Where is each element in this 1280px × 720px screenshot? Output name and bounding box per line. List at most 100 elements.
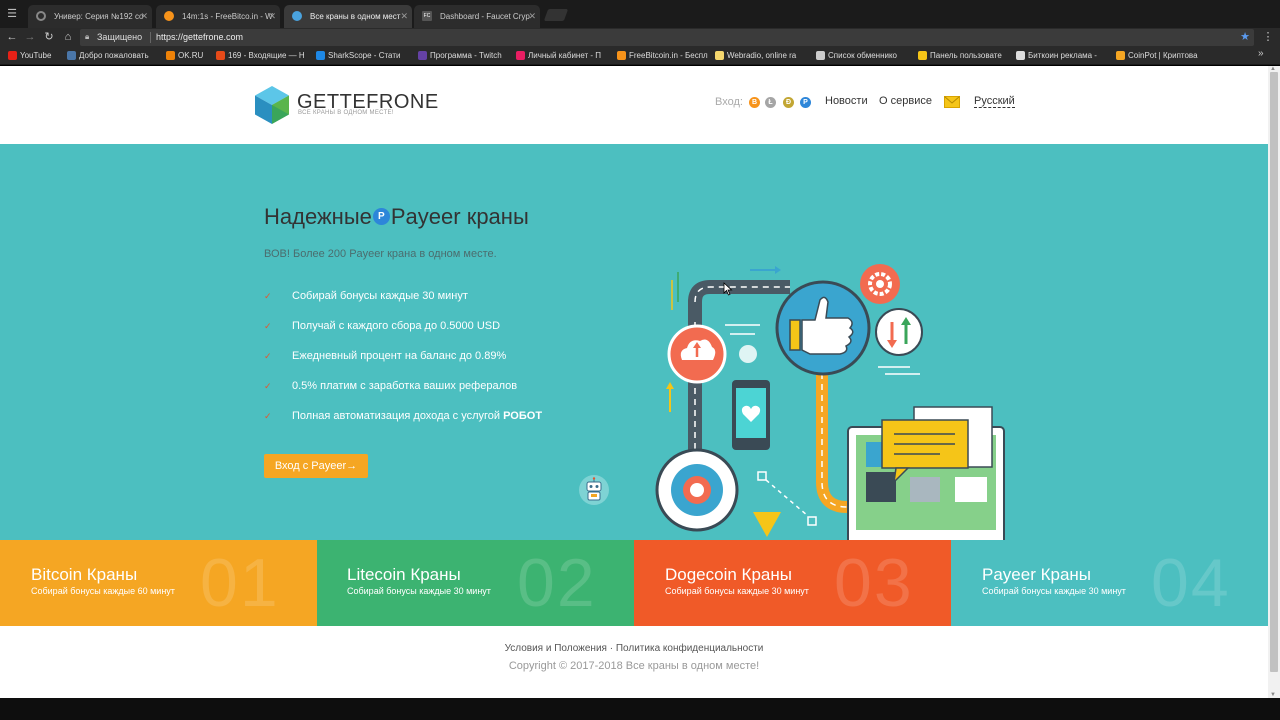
bookmark-favicon-icon bbox=[166, 51, 175, 60]
dogecoin-faucets-tile[interactable]: 03 Dogecoin Краны Собирай бонусы каждые … bbox=[634, 540, 951, 626]
lock-icon: 🔒︎ bbox=[85, 32, 90, 41]
browser-tab-active[interactable]: Все краны в одном мест ✕ bbox=[284, 5, 412, 28]
tab-title: Все краны в одном мест bbox=[310, 12, 401, 21]
tile-title[interactable]: Dogecoin Краны bbox=[665, 565, 792, 585]
bookmark-item[interactable]: Программа - Twitch bbox=[417, 47, 513, 65]
litecoin-login-icon[interactable]: Ł bbox=[765, 97, 776, 108]
robot-service-label: РОБОТ bbox=[503, 410, 543, 422]
mail-icon[interactable] bbox=[944, 96, 960, 108]
tab-close-icon[interactable]: ✕ bbox=[268, 5, 276, 28]
back-arrow-icon[interactable]: ← bbox=[5, 30, 19, 44]
bookmark-item[interactable]: 169 - Входящие — Н bbox=[215, 47, 313, 65]
bookmarks-bar: YouTube Добро пожаловать OK.RU 169 - Входящ… bbox=[0, 47, 1280, 65]
bookmark-label: OK.RU bbox=[178, 51, 204, 60]
browser-tab[interactable]: FC Dashboard - Faucet Cryp ✕ bbox=[414, 5, 540, 28]
bookmark-item[interactable]: OK.RU bbox=[165, 47, 213, 65]
tile-title[interactable]: Bitcoin Краны bbox=[31, 565, 137, 585]
tab-title: 14m:1s - FreeBitco.in - W bbox=[182, 12, 273, 21]
feature-text-normal: Полная автоматизация дохода с услугой bbox=[292, 410, 504, 422]
url-text[interactable]: https://gettefrone.com bbox=[156, 29, 243, 46]
bookmark-favicon-icon bbox=[617, 51, 626, 60]
dogecoin-login-icon[interactable]: Ð bbox=[783, 97, 794, 108]
bookmark-favicon-icon bbox=[1016, 51, 1025, 60]
check-icon: ✓ bbox=[264, 291, 272, 301]
hero-title-start: Надежные bbox=[264, 204, 372, 229]
bookmark-favicon-icon bbox=[216, 51, 225, 60]
address-bar[interactable]: 🔒︎ Защищено https://gettefrone.com ★ bbox=[80, 29, 1254, 46]
terms-link[interactable]: Условия и Положения bbox=[505, 643, 607, 654]
bitcoin-faucets-tile[interactable]: 01 Bitcoin Краны Собирай бонусы каждые 6… bbox=[0, 540, 317, 626]
feature-text: Ежедневный процент на баланс до 0.89% bbox=[292, 350, 507, 362]
coin-symbol: Ð bbox=[785, 99, 792, 106]
bookmark-label: CoinPot | Криптова bbox=[1128, 51, 1198, 60]
login-payeer-button[interactable]: Вход с Payeer→ bbox=[264, 454, 368, 478]
bookmark-label: YouTube bbox=[20, 51, 52, 60]
feature-text: Получай с каждого сбора до 0.5000 USD bbox=[292, 320, 501, 332]
hero-subtitle: ВОВ! Более 200 Payeer крана в одном мест… bbox=[264, 248, 497, 260]
tab-close-icon[interactable]: ✕ bbox=[400, 5, 408, 28]
tile-subtitle: Собирай бонусы каждые 30 минут bbox=[665, 586, 809, 596]
browser-app-menu-icon[interactable]: ☰ bbox=[4, 6, 20, 22]
browser-tab-strip: ☰ Универ: Серия №192 со ✕ 14m:1s - FreeB… bbox=[0, 0, 1280, 28]
bitcoin-favicon-icon bbox=[164, 11, 174, 21]
litecoin-faucets-tile[interactable]: 02 Litecoin Краны Собирай бонусы каждые … bbox=[317, 540, 634, 626]
bookmark-item[interactable]: FreeBitcoin.in - Беспл bbox=[616, 47, 712, 65]
bookmark-item[interactable]: YouTube bbox=[7, 47, 65, 65]
hero-illustration bbox=[655, 264, 1005, 567]
hero-title: Надежные P Payeer краны bbox=[264, 204, 529, 230]
bookmark-item[interactable]: CoinPot | Криптова bbox=[1115, 47, 1215, 65]
reload-icon[interactable]: ↻ bbox=[42, 30, 56, 44]
tile-subtitle: Собирай бонусы каждые 30 минут bbox=[982, 586, 1126, 596]
bookmarks-overflow-icon[interactable]: » bbox=[1258, 48, 1264, 59]
footer-links: Условия и Положения · Политика конфиденц… bbox=[0, 643, 1268, 654]
site-footer: Условия и Положения · Политика конфиденц… bbox=[0, 626, 1268, 698]
secure-label: Защищено bbox=[97, 32, 143, 42]
bookmark-item[interactable]: Webradio, online ra bbox=[714, 47, 812, 65]
bookmark-label: SharkScope - Стати bbox=[328, 51, 401, 60]
scrollbar-thumb[interactable] bbox=[1270, 72, 1278, 672]
page-viewport: GETTEFRONE ВСЕ КРАНЫ В ОДНОМ МЕСТЕ! Вход… bbox=[0, 66, 1268, 698]
bookmark-item[interactable]: Список обменнико bbox=[815, 47, 915, 65]
payeer-icon: P bbox=[372, 208, 390, 226]
bookmark-item[interactable]: Биткоин реклама - bbox=[1015, 47, 1113, 65]
robot-icon[interactable] bbox=[578, 474, 610, 506]
browser-tab[interactable]: 14m:1s - FreeBitco.in - W ✕ bbox=[156, 5, 280, 28]
login-label: Вход: bbox=[715, 96, 743, 108]
page-scrollbar[interactable]: ▲ ▼ bbox=[1268, 66, 1280, 698]
logo-cube-icon[interactable] bbox=[255, 86, 289, 124]
language-selector[interactable]: Русский bbox=[974, 95, 1015, 108]
tab-close-icon[interactable]: ✕ bbox=[140, 5, 148, 28]
new-tab-button[interactable] bbox=[543, 9, 569, 21]
bookmark-star-icon[interactable]: ★ bbox=[1240, 30, 1250, 43]
bookmark-favicon-icon bbox=[8, 51, 17, 60]
payeer-faucets-tile[interactable]: 04 Payeer Краны Собирай бонусы каждые 30… bbox=[951, 540, 1268, 626]
bookmark-item[interactable]: Панель пользовате bbox=[917, 47, 1013, 65]
bookmark-label: Панель пользовате bbox=[930, 51, 1002, 60]
privacy-policy-link[interactable]: Политика конфиденциальности bbox=[616, 643, 764, 654]
nav-news-link[interactable]: Новости bbox=[825, 95, 868, 107]
tile-title[interactable]: Litecoin Краны bbox=[347, 565, 461, 585]
bitcoin-login-icon[interactable]: B bbox=[749, 97, 760, 108]
bookmark-label: Webradio, online ra bbox=[727, 51, 797, 60]
loading-spinner-icon bbox=[36, 11, 46, 21]
bookmark-label: Личный кабинет - П bbox=[528, 51, 602, 60]
browser-toolbar: ← → ↻ ⌂ 🔒︎ Защищено https://gettefrone.c… bbox=[0, 28, 1280, 47]
coin-symbol: Ł bbox=[768, 99, 773, 106]
bookmark-favicon-icon bbox=[316, 51, 325, 60]
check-icon: ✓ bbox=[264, 321, 272, 331]
tab-title: Универ: Серия №192 со bbox=[54, 12, 144, 21]
tab-close-icon[interactable]: ✕ bbox=[528, 5, 536, 28]
bookmark-favicon-icon bbox=[67, 51, 76, 60]
browser-tab[interactable]: Универ: Серия №192 со ✕ bbox=[28, 5, 152, 28]
forward-arrow-icon[interactable]: → bbox=[23, 30, 37, 44]
nav-about-link[interactable]: О сервисе bbox=[879, 95, 932, 107]
bookmark-item[interactable]: Личный кабинет - П bbox=[515, 47, 613, 65]
bookmark-item[interactable]: Добро пожаловать bbox=[66, 47, 164, 65]
hero-title-end: Payeer краны bbox=[390, 204, 529, 229]
bookmark-item[interactable]: SharkScope - Стати bbox=[315, 47, 415, 65]
payeer-login-icon[interactable]: P bbox=[800, 97, 811, 108]
browser-menu-kebab-icon[interactable]: ⋮ bbox=[1262, 30, 1274, 43]
faucet-crypto-favicon-icon: FC bbox=[422, 11, 432, 21]
home-icon[interactable]: ⌂ bbox=[61, 30, 75, 44]
tile-title[interactable]: Payeer Краны bbox=[982, 565, 1091, 585]
